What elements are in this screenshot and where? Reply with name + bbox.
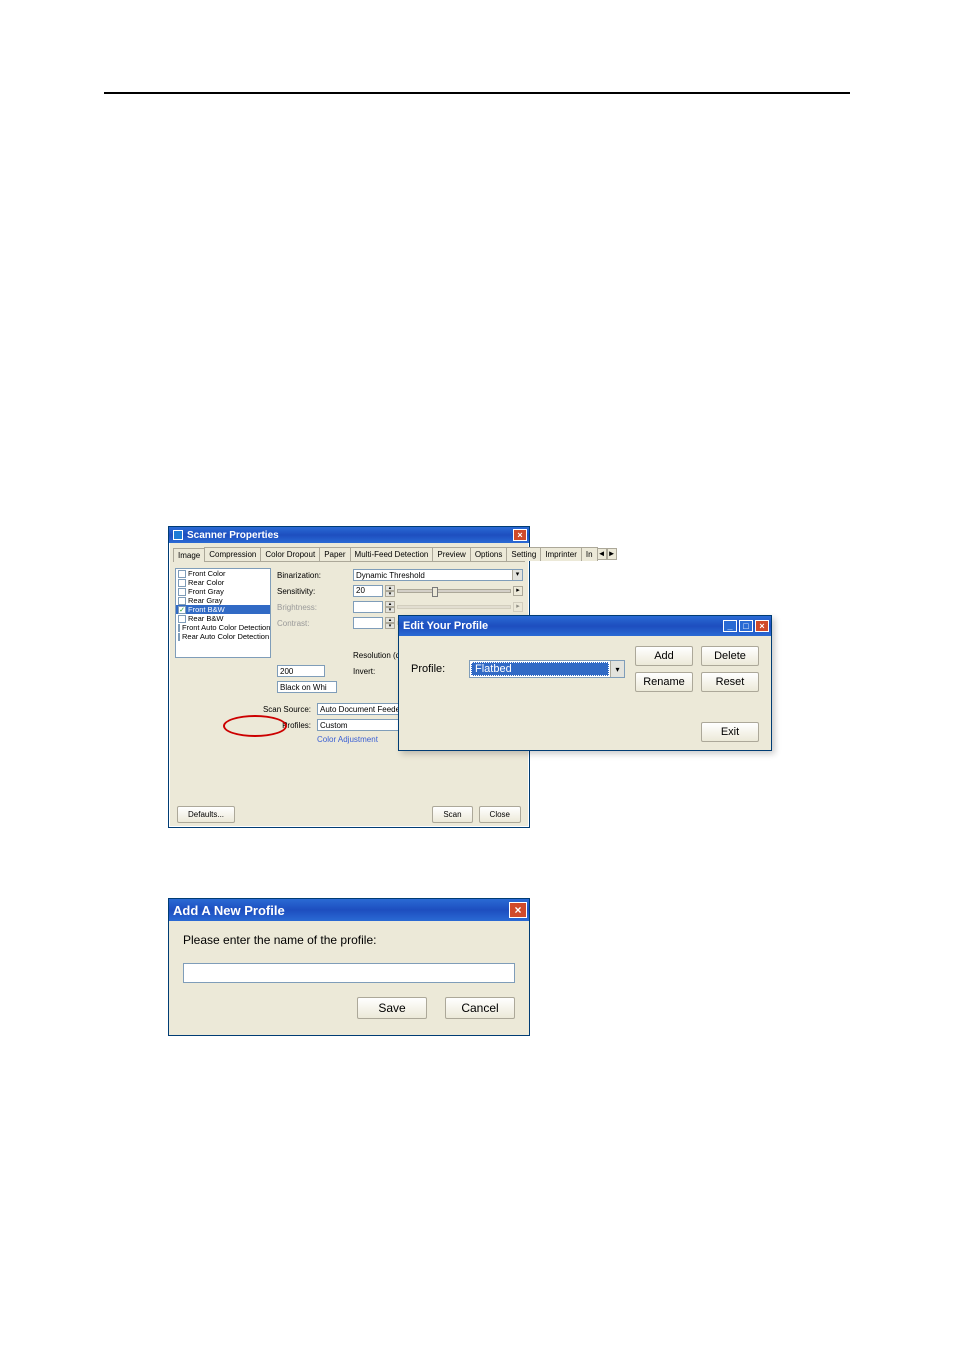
header-rule: [104, 92, 850, 94]
image-selection-list[interactable]: Front Color Rear Color Front Gray Rear G…: [175, 568, 271, 658]
tab-options[interactable]: Options: [470, 547, 508, 561]
resolution-select[interactable]: 200: [277, 665, 325, 677]
binarization-select[interactable]: Dynamic Threshold ▾: [353, 569, 523, 581]
add-titlebar[interactable]: Add A New Profile ×: [169, 899, 529, 921]
cancel-button[interactable]: Cancel: [445, 997, 515, 1019]
edit-titlebar[interactable]: Edit Your Profile _ □ ×: [399, 616, 771, 636]
brightness-label: Brightness:: [277, 603, 349, 612]
save-button[interactable]: Save: [357, 997, 427, 1019]
contrast-stepper: ▴▾: [385, 617, 395, 629]
brightness-value: [353, 601, 383, 613]
tab-more[interactable]: In: [581, 547, 598, 561]
tab-scroll-left[interactable]: ◄: [597, 548, 607, 560]
exit-button[interactable]: Exit: [701, 722, 759, 742]
contrast-label: Contrast:: [277, 619, 349, 628]
contrast-value: [353, 617, 383, 629]
app-icon: [173, 530, 183, 540]
brightness-stepper: ▴▾: [385, 601, 395, 613]
close-button[interactable]: Close: [479, 806, 521, 823]
close-icon[interactable]: ×: [509, 902, 527, 918]
tab-color-dropout[interactable]: Color Dropout: [260, 547, 320, 561]
chevron-down-icon: ▾: [512, 570, 522, 580]
brightness-slider: [397, 605, 511, 609]
sensitivity-slider[interactable]: [397, 589, 511, 593]
tab-compression[interactable]: Compression: [204, 547, 261, 561]
close-icon[interactable]: ×: [755, 620, 769, 632]
add-title: Add A New Profile: [173, 903, 285, 918]
tab-scroll-right[interactable]: ►: [607, 548, 617, 560]
binarization-label: Binarization:: [277, 571, 349, 580]
profiles-label: Profiles:: [247, 721, 311, 730]
profile-select[interactable]: Flatbed ▾: [469, 660, 625, 678]
edit-profile-dialog: Edit Your Profile _ □ × Profile: Flatbed…: [398, 615, 772, 751]
add-prompt: Please enter the name of the profile:: [183, 933, 515, 947]
add-button[interactable]: Add: [635, 646, 693, 666]
tab-strip: Image Compression Color Dropout Paper Mu…: [173, 547, 525, 562]
scan-button[interactable]: Scan: [432, 806, 472, 823]
invert-select[interactable]: Black on Whi: [277, 681, 337, 693]
defaults-button[interactable]: Defaults...: [177, 806, 235, 823]
delete-button[interactable]: Delete: [701, 646, 759, 666]
tab-preview[interactable]: Preview: [432, 547, 470, 561]
maximize-icon[interactable]: □: [739, 620, 753, 632]
slider-right-icon[interactable]: ▸: [513, 586, 523, 596]
tab-multifeed[interactable]: Multi-Feed Detection: [350, 547, 434, 561]
scanner-title: Scanner Properties: [187, 530, 279, 541]
scan-source-label: Scan Source:: [247, 705, 311, 714]
tab-imprinter[interactable]: Imprinter: [540, 547, 582, 561]
sensitivity-value[interactable]: 20: [353, 585, 383, 597]
sensitivity-label: Sensitivity:: [277, 587, 349, 596]
reset-button[interactable]: Reset: [701, 672, 759, 692]
scanner-titlebar[interactable]: Scanner Properties ×: [169, 527, 529, 543]
chevron-down-icon[interactable]: ▾: [610, 661, 624, 677]
profile-name-input[interactable]: [183, 963, 515, 983]
rename-button[interactable]: Rename: [635, 672, 693, 692]
sensitivity-stepper[interactable]: ▴▾: [385, 585, 395, 597]
edit-title: Edit Your Profile: [403, 620, 488, 632]
page: Scanner Properties × Image Compression C…: [0, 0, 954, 1352]
close-icon[interactable]: ×: [513, 529, 527, 541]
minimize-icon[interactable]: _: [723, 620, 737, 632]
tab-image[interactable]: Image: [173, 548, 205, 562]
scanner-bottom-buttons: Defaults... Scan Close: [177, 806, 521, 823]
tab-paper[interactable]: Paper: [319, 547, 350, 561]
profile-label: Profile:: [411, 663, 459, 675]
add-profile-dialog: Add A New Profile × Please enter the nam…: [168, 898, 530, 1036]
tab-setting[interactable]: Setting: [506, 547, 541, 561]
